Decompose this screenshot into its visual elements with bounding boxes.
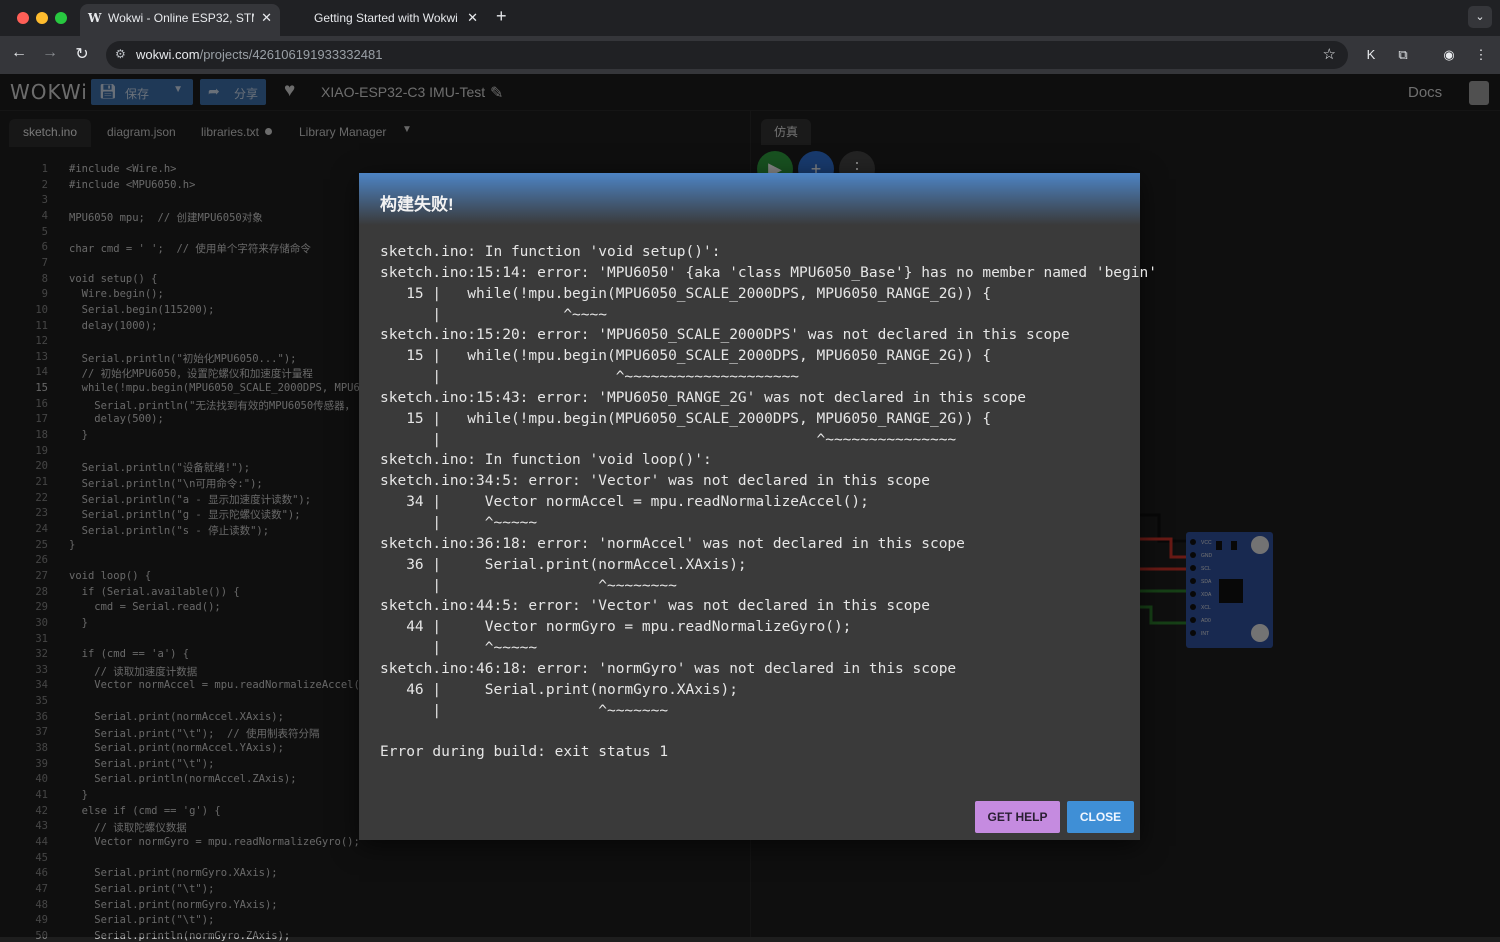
log-line: sketch.ino:46:18: error: 'normGyro' was …: [380, 660, 957, 677]
url-text: wokwi.com/projects/426106191933332481: [136, 47, 383, 62]
get-help-button[interactable]: GET HELP: [975, 801, 1060, 833]
log-line: | ^~~~~~~~~~~~~~~~: [380, 431, 957, 448]
log-line: | ^~~~~~: [380, 514, 538, 531]
close-tab-icon[interactable]: ✕: [467, 4, 478, 32]
tab-title: Getting Started with Wokwi fo: [314, 11, 460, 25]
log-line: 15 | while(!mpu.begin(MPU6050_SCALE_2000…: [380, 410, 992, 427]
maximize-window-icon[interactable]: [55, 12, 67, 24]
log-line: 44 | Vector normGyro = mpu.readNormalize…: [380, 619, 852, 636]
log-line: Error during build: exit status 1: [380, 744, 669, 761]
close-button[interactable]: CLOSE: [1067, 801, 1134, 833]
build-failed-dialog: 构建失败! sketch.ino: In function 'void setu…: [359, 173, 1157, 840]
back-arrow-icon[interactable]: ←: [8, 44, 30, 62]
profile-icon[interactable]: ◉: [1440, 46, 1458, 64]
log-line: sketch.ino:34:5: error: 'Vector' was not…: [380, 473, 930, 490]
site-info-icon[interactable]: ⚙: [115, 47, 126, 61]
dialog-title: 构建失败!: [380, 195, 454, 214]
log-line: | ^~~~~: [380, 306, 607, 323]
log-line: 46 | Serial.print(normGyro.XAxis);: [380, 681, 738, 698]
browser-menu-icon[interactable]: ⋮: [1472, 46, 1490, 64]
extensions-puzzle-icon[interactable]: ⧉: [1394, 46, 1412, 64]
log-line: | ^~~~~~~~~~~~~~~~~~~~~: [380, 369, 800, 386]
extension-k-icon[interactable]: K: [1362, 46, 1380, 64]
reload-icon[interactable]: ↻: [71, 44, 93, 64]
log-line: sketch.ino:15:43: error: 'MPU6050_RANGE_…: [380, 389, 1027, 406]
browser-tab-bar: W Wokwi - Online ESP32, STM32 ✕ Getting …: [0, 0, 1500, 36]
browser-tab-wokwi[interactable]: W Wokwi - Online ESP32, STM32 ✕: [80, 4, 280, 36]
forward-arrow-icon[interactable]: →: [39, 44, 61, 62]
minimize-window-icon[interactable]: [36, 12, 48, 24]
log-line: sketch.ino:15:14: error: 'MPU6050' {aka …: [380, 264, 1157, 281]
log-line: sketch.ino: In function 'void loop()':: [380, 452, 712, 469]
close-window-icon[interactable]: [17, 12, 29, 24]
tab-search-chevron-down-icon[interactable]: ⌄: [1468, 6, 1492, 28]
dialog-header: 构建失败!: [359, 173, 1140, 225]
address-bar[interactable]: ⚙ wokwi.com/projects/426106191933332481 …: [106, 41, 1348, 69]
log-line: sketch.ino:36:18: error: 'normAccel' was…: [380, 535, 965, 552]
build-error-log: sketch.ino: In function 'void setup()': s…: [380, 242, 1157, 763]
tab-title: Wokwi - Online ESP32, STM32: [108, 11, 254, 25]
log-line: sketch.ino:44:5: error: 'Vector' was not…: [380, 598, 930, 615]
log-line: 15 | while(!mpu.begin(MPU6050_SCALE_2000…: [380, 285, 992, 302]
log-line: 34 | Vector normAccel = mpu.readNormaliz…: [380, 494, 869, 511]
log-line: | ^~~~~~~~: [380, 702, 669, 719]
new-tab-button[interactable]: +: [496, 6, 507, 27]
close-tab-icon[interactable]: ✕: [261, 4, 272, 32]
wokwi-favicon-icon: W: [88, 11, 102, 25]
log-line: 15 | while(!mpu.begin(MPU6050_SCALE_2000…: [380, 348, 992, 365]
log-line: | ^~~~~~~~~: [380, 577, 677, 594]
log-line: sketch.ino: In function 'void setup()':: [380, 244, 721, 260]
log-line: sketch.ino:15:20: error: 'MPU6050_SCALE_…: [380, 327, 1070, 344]
log-line: 36 | Serial.print(normAccel.XAxis);: [380, 556, 747, 573]
browser-toolbar: ← → ↻ ⚙ wokwi.com/projects/4261061919333…: [0, 36, 1500, 74]
browser-tab-getting-started[interactable]: Getting Started with Wokwi fo ✕: [286, 4, 486, 36]
bookmark-star-icon[interactable]: ☆: [1323, 45, 1336, 63]
log-line: | ^~~~~~: [380, 640, 538, 657]
